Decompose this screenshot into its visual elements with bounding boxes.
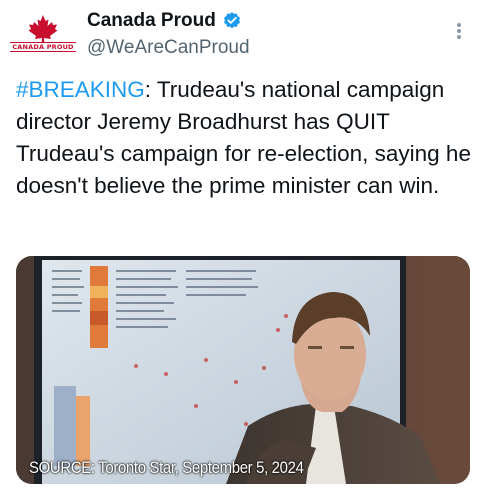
maple-leaf-icon: [28, 15, 58, 43]
display-name[interactable]: Canada Proud: [87, 10, 216, 32]
more-dot-icon: [457, 35, 461, 39]
more-dot-icon: [457, 29, 461, 33]
more-dot-icon: [457, 23, 461, 27]
avatar-wordmark: CANADA PROUD: [10, 42, 76, 52]
tweet-photo[interactable]: SOURCE: Toronto Star, September 5, 2024: [16, 256, 470, 484]
hashtag-link[interactable]: #BREAKING: [16, 77, 145, 102]
account-handle[interactable]: @WeAreCanProud: [87, 37, 250, 59]
more-options-button[interactable]: [449, 20, 469, 42]
tweet-text: #BREAKING: Trudeau's national campaign d…: [16, 74, 471, 202]
photo-source-caption: SOURCE: Toronto Star, September 5, 2024: [29, 458, 304, 477]
name-row: Canada Proud: [87, 10, 242, 32]
tweet-header: CANADA PROUD Canada Proud @WeAreCanProud: [0, 0, 485, 70]
verified-badge-icon: [223, 12, 240, 29]
photo-illustration: [16, 256, 470, 484]
avatar[interactable]: CANADA PROUD: [10, 14, 76, 56]
